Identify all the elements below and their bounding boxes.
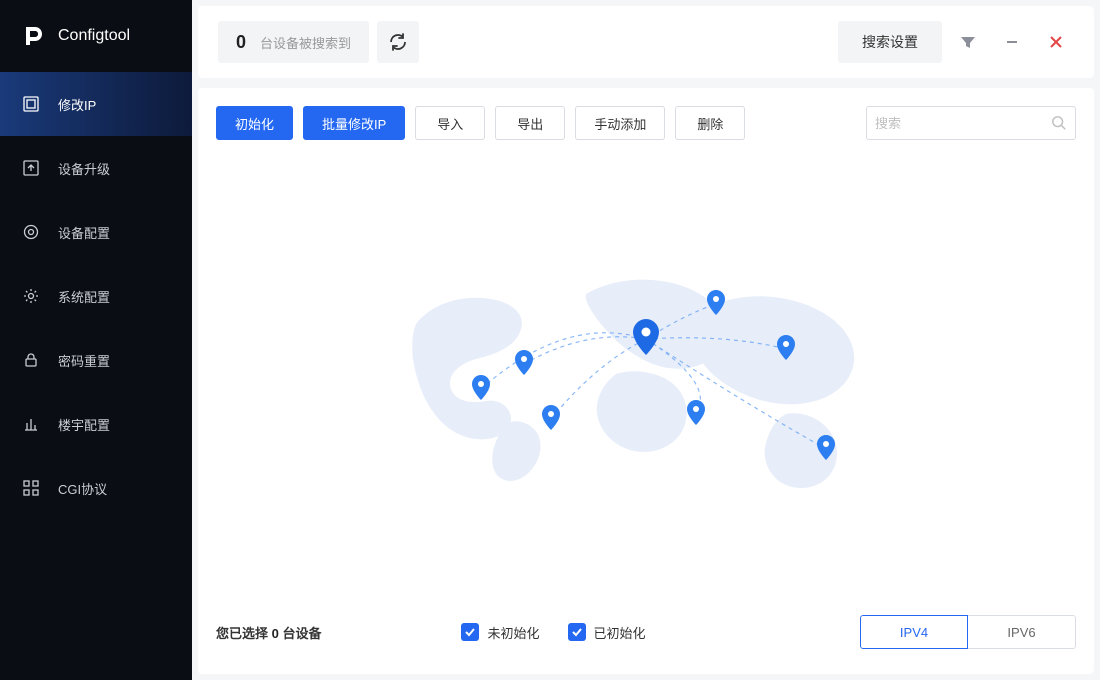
device-config-icon (22, 223, 40, 241)
close-button[interactable] (1038, 21, 1074, 63)
refresh-icon (388, 32, 408, 52)
checkbox-icon (568, 623, 586, 641)
sidebar-item-label: CGI协议 (58, 479, 107, 498)
sidebar-item-label: 设备升级 (58, 159, 110, 178)
batch-modify-ip-button[interactable]: 批量修改IP (303, 106, 405, 140)
upgrade-icon (22, 159, 40, 177)
lock-icon (22, 351, 40, 369)
device-count: 0 (236, 32, 246, 53)
app-logo: Configtool (0, 0, 192, 72)
export-button[interactable]: 导出 (495, 106, 565, 140)
device-count-box: 0 台设备被搜索到 (218, 21, 369, 63)
sidebar-item-cgi-protocol[interactable]: CGI协议 (0, 456, 192, 520)
funnel-icon (960, 34, 976, 50)
import-button[interactable]: 导入 (415, 106, 485, 140)
close-icon (1049, 35, 1063, 49)
initialize-button[interactable]: 初始化 (216, 106, 293, 140)
search-box[interactable] (866, 106, 1076, 140)
checkbox-icon (461, 623, 479, 641)
app-name: Configtool (58, 27, 130, 45)
minimize-button[interactable] (994, 21, 1030, 63)
sidebar-item-system-config[interactable]: 系统配置 (0, 264, 192, 328)
sidebar-item-device-config[interactable]: 设备配置 (0, 200, 192, 264)
manual-add-button[interactable]: 手动添加 (575, 106, 665, 140)
sidebar-item-building-config[interactable]: 楼宇配置 (0, 392, 192, 456)
ipv6-button[interactable]: IPV6 (968, 615, 1076, 649)
checkbox-label: 已初始化 (594, 623, 646, 642)
uninitialized-checkbox[interactable]: 未初始化 (461, 623, 539, 642)
ipv4-button[interactable]: IPV4 (860, 615, 968, 649)
sidebar-item-label: 系统配置 (58, 287, 110, 306)
sidebar-item-label: 设备配置 (58, 223, 110, 242)
filter-dropdown-button[interactable] (950, 21, 986, 63)
delete-button[interactable]: 删除 (675, 106, 745, 140)
sidebar-item-label: 修改IP (58, 95, 96, 114)
sidebar-item-label: 密码重置 (58, 351, 110, 370)
logo-icon (20, 22, 48, 50)
device-count-label: 台设备被搜索到 (260, 33, 351, 52)
search-input[interactable] (875, 116, 1051, 131)
ip-icon (22, 95, 40, 113)
minimize-icon (1005, 35, 1019, 49)
search-icon (1051, 114, 1067, 132)
sidebar-item-modify-ip[interactable]: 修改IP (0, 72, 192, 136)
grid-icon (22, 479, 40, 497)
sidebar-item-device-upgrade[interactable]: 设备升级 (0, 136, 192, 200)
world-map-placeholder (216, 140, 1076, 608)
building-icon (22, 415, 40, 433)
sidebar-item-label: 楼宇配置 (58, 415, 110, 434)
checkbox-label: 未初始化 (487, 623, 539, 642)
sidebar-item-password-reset[interactable]: 密码重置 (0, 328, 192, 392)
initialized-checkbox[interactable]: 已初始化 (568, 623, 646, 642)
selection-summary: 您已选择 0 台设备 (216, 623, 321, 642)
refresh-button[interactable] (377, 21, 419, 63)
search-settings-button[interactable]: 搜索设置 (838, 21, 942, 63)
gear-icon (22, 287, 40, 305)
